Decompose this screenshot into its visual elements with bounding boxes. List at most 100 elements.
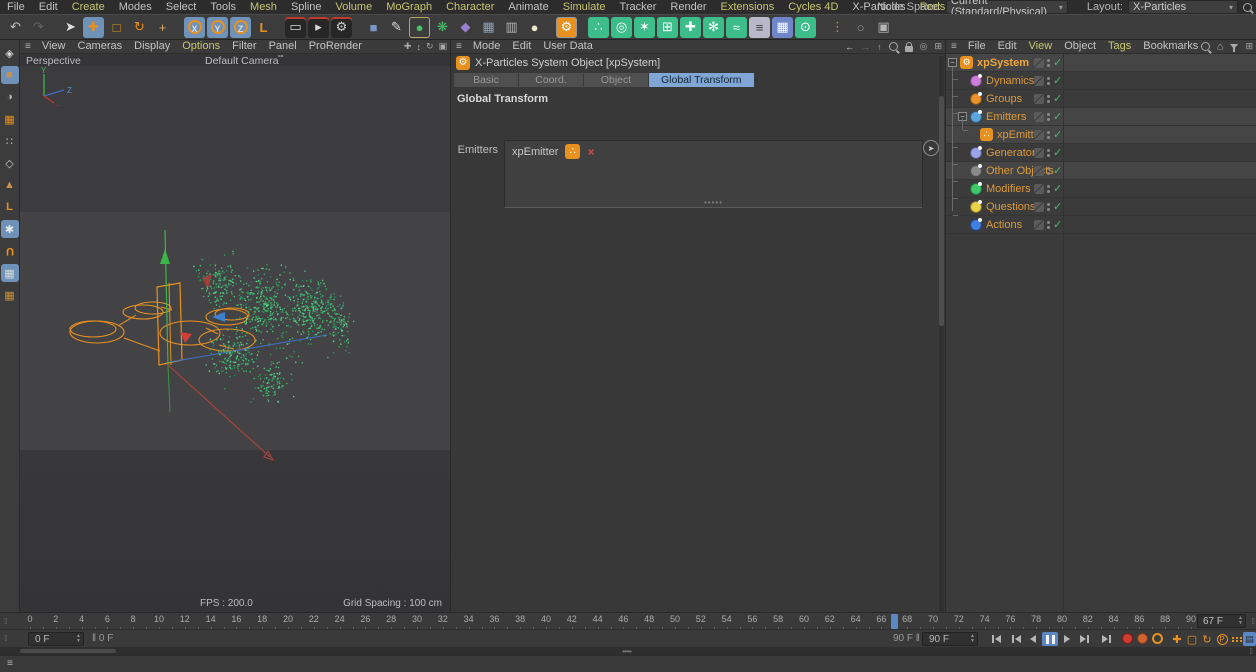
xp-trail-icon[interactable]: ✶ [634, 17, 655, 38]
drag-grip-icon[interactable]: ⁞⁞ [4, 617, 6, 626]
layer-toggle-icon[interactable] [1034, 202, 1044, 212]
enabled-check-icon[interactable]: ✓ [1053, 182, 1062, 195]
floor-icon[interactable]: ▦ [478, 17, 499, 38]
xp-generator-icon[interactable]: ⊞ [657, 17, 678, 38]
add-sphere-icon[interactable]: ● [409, 17, 430, 38]
rotate-tool-icon[interactable]: ↻ [129, 17, 150, 38]
pick-object-icon[interactable]: ➤ [923, 140, 939, 156]
visibility-dots-icon[interactable] [1047, 185, 1050, 193]
xp-flow-icon[interactable]: ≈ [726, 17, 747, 38]
history-forward-icon[interactable]: → [861, 42, 870, 52]
viewport-menu-panel[interactable]: Panel [263, 40, 303, 52]
tree-row-other-objects[interactable]: Other Objects✓ [946, 162, 1256, 180]
last-tool-icon[interactable]: + [152, 17, 173, 38]
parent-object-icon[interactable]: ↑ [877, 42, 882, 52]
enabled-check-icon[interactable]: ✓ [1053, 56, 1062, 69]
dolly-view-icon[interactable]: ↕ [416, 42, 421, 52]
menu-cycles-4d[interactable]: Cycles 4D [781, 1, 845, 13]
home-icon[interactable]: ⌂ [1217, 41, 1224, 53]
visibility-dots-icon[interactable] [1047, 149, 1050, 157]
enabled-check-icon[interactable]: ✓ [1053, 164, 1062, 177]
menu-select[interactable]: Select [159, 1, 204, 13]
make-editable-icon[interactable]: ◈ [1, 44, 19, 62]
timeline-window-icon[interactable]: ▤ [1243, 632, 1256, 646]
viewport-menu-options[interactable]: Options [176, 40, 226, 52]
move-tool-icon[interactable]: ✚ [83, 17, 104, 38]
enabled-check-icon[interactable]: ✓ [1053, 146, 1062, 159]
spinner-icon[interactable]: ▲▼ [970, 634, 975, 644]
tree-row-questions[interactable]: Questions✓ [946, 198, 1256, 216]
menu-create[interactable]: Create [65, 1, 112, 13]
search-icon[interactable] [1201, 42, 1210, 51]
menu-edit[interactable]: Edit [32, 1, 65, 13]
attribute-scrollbar[interactable] [939, 56, 944, 612]
tree-row-generators[interactable]: Generators✓ [946, 144, 1256, 162]
screen-icon[interactable]: ▣ [873, 17, 894, 38]
autokey-button[interactable] [1137, 633, 1148, 644]
workplane-icon[interactable]: ▦ [1, 264, 19, 282]
menu-render[interactable]: Render [663, 1, 713, 13]
enabled-check-icon[interactable]: ✓ [1053, 200, 1062, 213]
xp-emitter-icon[interactable]: ∴ [588, 17, 609, 38]
model-mode-icon[interactable]: ■ [1, 66, 19, 84]
key-parameter-icon[interactable]: P [1215, 632, 1229, 646]
render-view-icon[interactable]: ▭ [285, 17, 306, 38]
viewport-menu-prorender[interactable]: ProRender [303, 40, 368, 52]
attribute-menu-mode[interactable]: Mode [467, 40, 507, 52]
history-back-icon[interactable]: ← [845, 42, 854, 52]
range-end-marker[interactable]: 90 F ‖ [893, 633, 920, 644]
tree-row-xpemitter[interactable]: ∴xpEmitter✓ [946, 126, 1256, 144]
camera-label[interactable]: Default Camera [205, 55, 279, 67]
key-scale-icon[interactable]: ▢ [1185, 632, 1199, 646]
horizontal-scroll-strip[interactable]: ••••• ⁞⁞ [0, 647, 1256, 655]
collapse-icon[interactable]: − [948, 58, 957, 67]
goto-end-button[interactable] [1098, 632, 1114, 646]
visibility-dots-icon[interactable] [1047, 131, 1050, 139]
pause-button[interactable] [1042, 632, 1058, 646]
menu-animate[interactable]: Animate [501, 1, 555, 13]
new-panel-icon[interactable]: ⊞ [934, 41, 942, 52]
prev-key-button[interactable] [1008, 632, 1024, 646]
object-menu-view[interactable]: View [1023, 40, 1059, 52]
tree-row-modifiers[interactable]: Modifiers✓ [946, 180, 1256, 198]
toggle-view-icon[interactable]: ▣ [438, 41, 447, 52]
axis-mode-icon[interactable]: L [1, 198, 19, 216]
timeline-playhead[interactable] [891, 614, 898, 629]
next-frame-button[interactable] [1059, 632, 1075, 646]
magnet-snap-icon[interactable]: U [1, 242, 19, 260]
filter-icon[interactable] [1230, 44, 1238, 49]
attribute-menu-user-data[interactable]: User Data [537, 40, 599, 52]
keyframe-selection-button[interactable] [1152, 633, 1163, 644]
xp-explorer-icon[interactable]: ⊙ [795, 17, 816, 38]
menu-tools[interactable]: Tools [203, 1, 243, 13]
new-panel-icon[interactable]: ⊞ [1245, 41, 1253, 52]
layout-dropdown[interactable]: X-Particles ▾ [1128, 0, 1238, 14]
coord-system-icon[interactable]: L [253, 17, 274, 38]
timeline-ruler[interactable]: 0246810121416182022242628303234363840424… [22, 613, 1196, 630]
enabled-check-icon[interactable]: ✓ [1053, 110, 1062, 123]
hamburger-icon[interactable]: ≡ [2, 658, 18, 669]
scrollbar-thumb[interactable] [20, 649, 116, 653]
object-menu-object[interactable]: Object [1058, 40, 1102, 52]
enabled-check-icon[interactable]: ✓ [1053, 128, 1062, 141]
tree-row-xpsystem[interactable]: −⚙xpSystem✓ [946, 54, 1256, 72]
layer-toggle-icon[interactable] [1034, 166, 1044, 176]
track-icon[interactable]: ◎ [920, 41, 928, 52]
edges-mode-icon[interactable]: ◇ [1, 154, 19, 172]
layer-toggle-icon[interactable] [1034, 112, 1044, 122]
menu-tracker[interactable]: Tracker [613, 1, 664, 13]
add-pen-icon[interactable]: ✎ [386, 17, 407, 38]
pan-view-icon[interactable]: ✚ [404, 41, 412, 52]
prev-frame-button[interactable] [1025, 632, 1041, 646]
visibility-dots-icon[interactable] [1047, 167, 1050, 175]
render-settings-icon[interactable]: ⚙ [331, 17, 352, 38]
deformer-icon[interactable]: ◆ [455, 17, 476, 38]
layer-toggle-icon[interactable] [1034, 76, 1044, 86]
drag-grip-icon[interactable]: ⁞⁞ [1252, 617, 1254, 626]
xparticles-system-icon[interactable]: ⚙ [556, 17, 577, 38]
next-key-button[interactable] [1076, 632, 1092, 646]
tree-row-groups[interactable]: Groups✓ [946, 90, 1256, 108]
menu-mograph[interactable]: MoGraph [379, 1, 439, 13]
render-picture-icon[interactable]: ▸ [308, 17, 329, 38]
texture-mode-icon[interactable]: ◑ [1, 88, 19, 106]
